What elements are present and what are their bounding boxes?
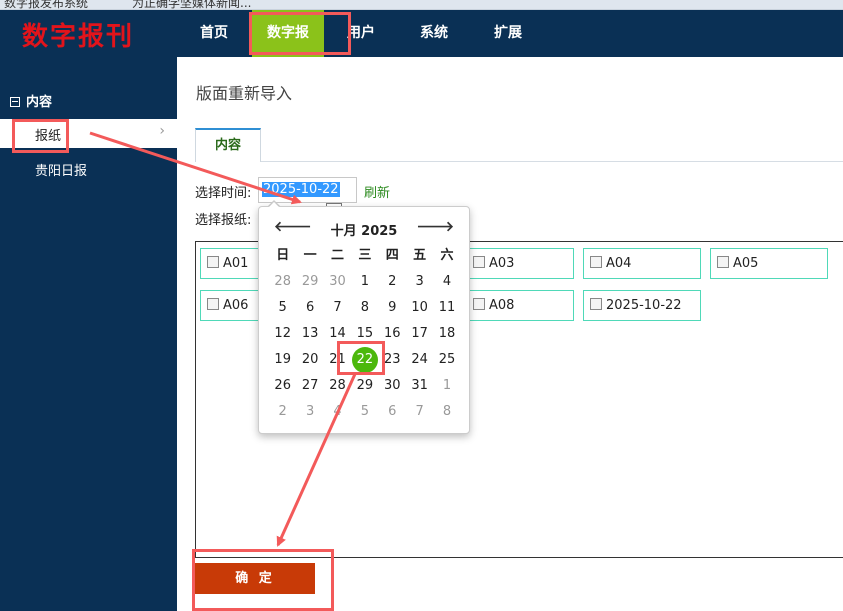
- calendar-day[interactable]: 19: [269, 347, 296, 373]
- calendar-day[interactable]: 9: [379, 295, 406, 321]
- checkbox-date[interactable]: 2025-10-22: [583, 290, 701, 321]
- calendar-day[interactable]: 3: [406, 269, 433, 295]
- weekday-header-row: 日一二三四五六: [269, 243, 461, 269]
- annotation-box-date: [337, 341, 385, 375]
- logo: 数字报刊: [22, 22, 135, 52]
- collapse-icon[interactable]: [10, 97, 20, 107]
- checkbox-box[interactable]: [473, 256, 485, 268]
- calendar-day[interactable]: 8: [351, 295, 378, 321]
- checkbox-label: A03: [489, 256, 515, 271]
- calendar-day[interactable]: 4: [433, 269, 460, 295]
- sidebar-item-guiyang-daily[interactable]: 贵阳日报: [35, 160, 87, 179]
- checkbox-box[interactable]: [717, 256, 729, 268]
- calendar-day[interactable]: 28: [324, 373, 351, 399]
- calendar-day[interactable]: 1: [351, 269, 378, 295]
- calendar-day[interactable]: 11: [433, 295, 460, 321]
- checkbox-a05[interactable]: A05: [710, 248, 828, 279]
- calendar-day[interactable]: 7: [406, 399, 433, 425]
- calendar-day[interactable]: 17: [406, 321, 433, 347]
- weekday-label: 五: [413, 248, 427, 263]
- calendar-day[interactable]: 26: [269, 373, 296, 399]
- calendar-day[interactable]: 12: [269, 321, 296, 347]
- checkbox-label: A06: [223, 298, 249, 313]
- checkbox-a01[interactable]: A01: [200, 248, 260, 279]
- tab-divider: [195, 161, 843, 162]
- checkbox-label: A08: [489, 298, 515, 313]
- tab-content[interactable]: 内容: [195, 128, 261, 162]
- weekday-label: 六: [440, 248, 454, 263]
- weekday-label: 四: [385, 248, 399, 263]
- calendar-day[interactable]: 28: [269, 269, 296, 295]
- weekday-label: 一: [303, 248, 317, 263]
- checkbox-box[interactable]: [207, 298, 219, 310]
- nav-home[interactable]: 首页: [190, 10, 238, 57]
- calendar-day[interactable]: 24: [406, 347, 433, 373]
- calendar-day[interactable]: 6: [296, 295, 323, 321]
- calendar-day[interactable]: 3: [296, 399, 323, 425]
- calendar-grid: 日一二三四五六 28 29 30 1 2 3 4 5 6 7 8 9 10 11 12 13 14 15 16 17 18…: [269, 243, 461, 425]
- calendar-day[interactable]: 10: [406, 295, 433, 321]
- calendar-day[interactable]: 25: [433, 347, 460, 373]
- date-value: 2025-10-22: [262, 182, 340, 197]
- weekday-label: 二: [330, 248, 344, 263]
- annotation-box-sidebar: [12, 119, 69, 153]
- calendar-day[interactable]: 30: [379, 373, 406, 399]
- calendar-day[interactable]: 2: [379, 269, 406, 295]
- calendar-caret-inner: [269, 202, 279, 207]
- page-title: 版面重新导入: [196, 84, 293, 103]
- annotation-box-nav: [249, 12, 351, 55]
- calendar-day[interactable]: 1: [433, 373, 460, 399]
- checkbox-a08[interactable]: A08: [466, 290, 574, 321]
- calendar-week-row: 2345678: [269, 399, 461, 425]
- checkbox-label: A01: [223, 256, 249, 271]
- calendar-day[interactable]: 18: [433, 321, 460, 347]
- sidebar-section-label: 内容: [26, 95, 53, 110]
- calendar-day[interactable]: 29: [351, 373, 378, 399]
- calendar-day[interactable]: 8: [433, 399, 460, 425]
- checkbox-label: A04: [606, 256, 632, 271]
- checkbox-box[interactable]: [590, 256, 602, 268]
- date-picker-popup: 🡐 十月 2025 🡒 日一二三四五六 28 29 30 1 2 3 4 5 6 7 8 9 10 11 12…: [258, 206, 470, 434]
- checkbox-label: A05: [733, 256, 759, 271]
- sidebar-section-content[interactable]: 内容: [10, 91, 52, 110]
- calendar-week-row: 28 29 30 1 2 3 4: [269, 269, 461, 295]
- browser-tab-2[interactable]: 为正确学坚媒体新闻...: [132, 0, 251, 9]
- calendar-week-row: 5 6 7 8 9 10 11: [269, 295, 461, 321]
- browser-tab-strip: 数字报发布系统 为正确学坚媒体新闻...: [0, 0, 843, 10]
- calendar-day[interactable]: 31: [406, 373, 433, 399]
- checkbox-label: 2025-10-22: [606, 298, 682, 313]
- chevron-right-icon: ›: [159, 123, 165, 139]
- checkbox-box[interactable]: [207, 256, 219, 268]
- calendar-day[interactable]: 5: [351, 399, 378, 425]
- calendar-day[interactable]: 7: [324, 295, 351, 321]
- paper-label: 选择报纸:: [195, 213, 252, 228]
- checkbox-a04[interactable]: A04: [583, 248, 701, 279]
- calendar-day[interactable]: 2: [269, 399, 296, 425]
- weekday-label: 日: [276, 248, 290, 263]
- nav-extend[interactable]: 扩展: [484, 10, 532, 57]
- nav-system[interactable]: 系统: [410, 10, 458, 57]
- calendar-day[interactable]: 29: [296, 269, 323, 295]
- refresh-link[interactable]: 刷新: [364, 182, 390, 201]
- calendar-day[interactable]: 6: [379, 399, 406, 425]
- next-month-arrow-icon[interactable]: 🡒: [416, 218, 454, 235]
- calendar-day[interactable]: 30: [324, 269, 351, 295]
- weekday-label: 三: [358, 248, 372, 263]
- top-header: 数字报刊 首页 数字报 用户 系统 扩展: [0, 10, 843, 57]
- annotation-box-confirm: [192, 549, 334, 611]
- checkbox-a03[interactable]: A03: [466, 248, 574, 279]
- calendar-week-row: 26 27 28 29 30 31 1: [269, 373, 461, 399]
- checkbox-a06[interactable]: A06: [200, 290, 260, 321]
- calendar-day[interactable]: 20: [296, 347, 323, 373]
- date-label: 选择时间:: [195, 186, 252, 201]
- browser-tab-1[interactable]: 数字报发布系统: [4, 0, 88, 9]
- checkbox-box[interactable]: [590, 298, 602, 310]
- calendar-day[interactable]: 27: [296, 373, 323, 399]
- checkbox-box[interactable]: [473, 298, 485, 310]
- calendar-day[interactable]: 13: [296, 321, 323, 347]
- calendar-day[interactable]: 5: [269, 295, 296, 321]
- calendar-day[interactable]: 4: [324, 399, 351, 425]
